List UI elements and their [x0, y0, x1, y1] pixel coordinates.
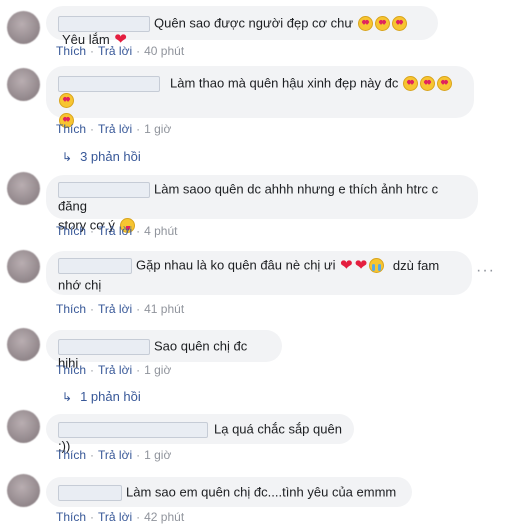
replies-count: 1 phản hồi [80, 389, 141, 404]
commenter-name[interactable] [58, 15, 150, 32]
avatar[interactable] [7, 172, 40, 205]
like-link[interactable]: Thích [56, 363, 86, 377]
comment-time[interactable]: 1 giờ [144, 448, 171, 462]
replies-count: 3 phản hồi [80, 149, 141, 164]
avatar[interactable] [7, 250, 40, 283]
like-link[interactable]: Thích [56, 510, 86, 524]
comment-text: Làm sao em quên chị đc....tình yêu của e… [126, 484, 397, 500]
avatar[interactable] [7, 410, 40, 443]
commenter-name[interactable] [58, 181, 150, 198]
view-replies-link[interactable]: ↳ 3 phản hồi [62, 149, 141, 164]
comment-actions: Thích · Trả lời · 4 phút [56, 224, 178, 238]
comment-actions: Thích · Trả lời · 1 giờ [56, 122, 172, 136]
comment-actions: Thích · Trả lời · 40 phút [56, 44, 185, 58]
comment-time[interactable]: 1 giờ [144, 122, 171, 136]
reply-arrow-icon: ↳ [62, 150, 73, 164]
like-link[interactable]: Thích [56, 448, 86, 462]
comment-bubble: Làm thao mà quên hậu xinh đẹp này đc [46, 66, 474, 128]
like-link[interactable]: Thích [56, 224, 86, 238]
reply-link[interactable]: Trả lời [98, 302, 132, 316]
comment-actions: Thích · Trả lời · 42 phút [56, 510, 185, 524]
reply-link[interactable]: Trả lời [98, 44, 132, 58]
reply-arrow-icon: ↳ [62, 390, 73, 404]
view-replies-link[interactable]: ↳ 1 phản hồi [62, 389, 141, 404]
heart-eyes-icon [437, 76, 453, 92]
heart-icon: ❤ [340, 256, 353, 274]
comment-text: Làm thao mà quên hậu xinh đẹp này đc [170, 75, 399, 91]
comment-text: Gặp nhau là ko quên đâu nè chị ưi [136, 257, 336, 273]
more-options-icon[interactable]: ··· [476, 262, 495, 280]
comment-text-line2: nhớ chị [58, 277, 102, 293]
avatar[interactable] [7, 474, 40, 507]
comment-time[interactable]: 1 giờ [144, 363, 171, 377]
heart-eyes-icon [374, 16, 390, 32]
like-link[interactable]: Thích [56, 302, 86, 316]
heart-icon: ❤ [354, 256, 368, 274]
comment-actions: Thích · Trả lời · 1 giờ [56, 363, 172, 377]
heart-eyes-icon [403, 76, 419, 92]
reply-link[interactable]: Trả lời [98, 122, 132, 136]
comment-time[interactable]: 4 phút [144, 224, 177, 238]
comment-time[interactable]: 41 phút [144, 302, 184, 316]
heart-eyes-icon [59, 92, 74, 108]
comment-text: Quên sao được người đẹp cơ chư [154, 15, 354, 31]
comment-bubble: Làm saoo quên dc ahhh nhưng e thích ảnh … [46, 175, 478, 234]
reply-link[interactable]: Trả lời [98, 224, 132, 238]
heart-eyes-icon [391, 16, 407, 32]
commenter-name[interactable] [58, 421, 208, 438]
crying-face-icon [369, 258, 385, 274]
commenter-name[interactable] [58, 75, 160, 92]
comment-bubble: Làm sao em quên chị đc....tình yêu của e… [46, 477, 412, 507]
comment-actions: Thích · Trả lời · 41 phút [56, 302, 185, 316]
like-link[interactable]: Thích [56, 44, 86, 58]
avatar[interactable] [7, 328, 40, 361]
avatar[interactable] [7, 11, 40, 44]
comment-actions: Thích · Trả lời · 1 giờ [56, 448, 172, 462]
heart-eyes-icon [420, 76, 436, 92]
heart-eyes-icon [357, 16, 373, 32]
comment-bubble: Lạ quá chắc sắp quên :)) [46, 414, 354, 453]
comment-time[interactable]: 42 phút [144, 510, 184, 524]
reply-link[interactable]: Trả lời [98, 363, 132, 377]
avatar[interactable] [7, 68, 40, 101]
commenter-name[interactable] [58, 484, 122, 501]
comment-bubble: Gặp nhau là ko quên đâu nè chị ưi ❤ ❤ dzù… [46, 251, 472, 295]
comment-bubble: Quên sao được người đẹp cơ chư Yêu lắm ❤ [46, 6, 438, 48]
commenter-name[interactable] [58, 338, 150, 355]
comment-time[interactable]: 40 phút [144, 44, 184, 58]
comment-text-tail: dzù fam [392, 257, 440, 273]
comment-bubble: Sao quên chị đc hihi [46, 330, 282, 370]
like-link[interactable]: Thích [56, 122, 86, 136]
reply-link[interactable]: Trả lời [98, 448, 132, 462]
commenter-name[interactable] [58, 257, 132, 274]
reply-link[interactable]: Trả lời [98, 510, 132, 524]
